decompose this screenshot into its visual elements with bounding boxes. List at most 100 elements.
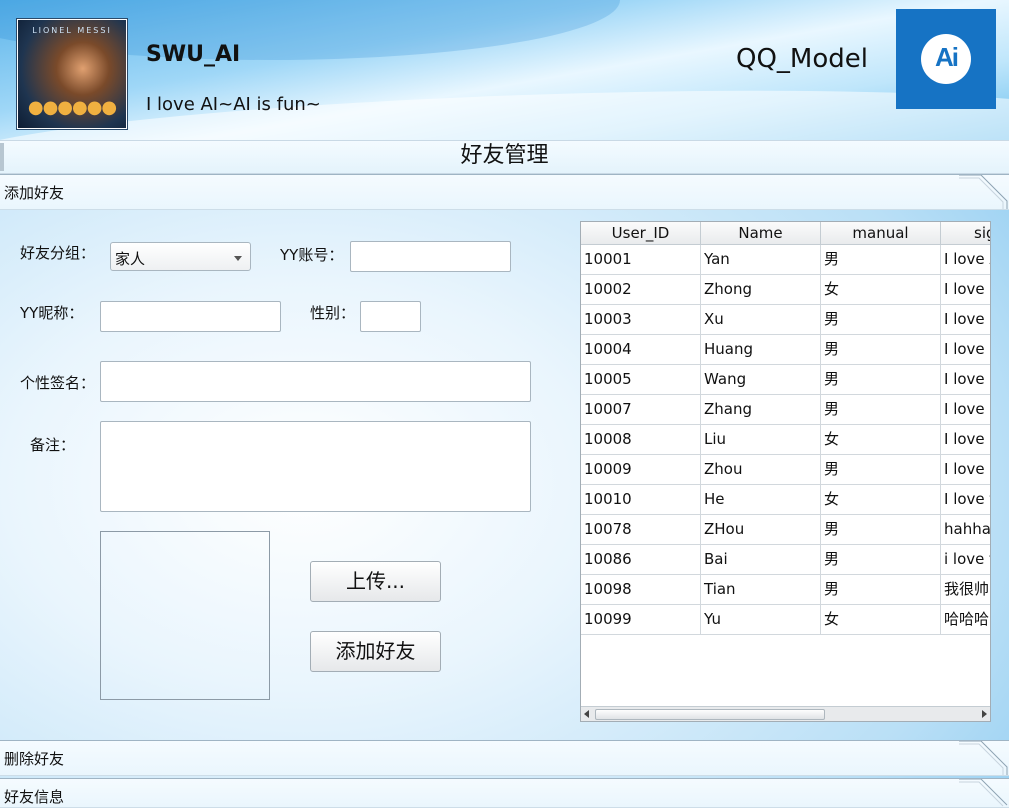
table-cell[interactable]: I love ... bbox=[941, 305, 990, 335]
table-cell[interactable]: Xu bbox=[701, 305, 821, 335]
table-row[interactable]: 10009Zhou男I love cooking bbox=[581, 455, 990, 485]
column-header[interactable]: User_ID bbox=[581, 222, 701, 245]
table-row[interactable]: 10004Huang男I love music bbox=[581, 335, 990, 365]
note-textarea[interactable] bbox=[100, 421, 531, 512]
gender-input[interactable] bbox=[360, 301, 421, 332]
photo-preview bbox=[100, 531, 270, 700]
add-friend-button[interactable]: 添加好友 bbox=[310, 631, 441, 672]
table-cell[interactable]: 男 bbox=[821, 305, 941, 335]
table-cell[interactable]: 男 bbox=[821, 395, 941, 425]
user-motto: I love AI~AI is fun~ bbox=[146, 94, 321, 115]
table-row[interactable]: 10003Xu男I love ... bbox=[581, 305, 990, 335]
table-cell[interactable]: 我很帅 bbox=[941, 575, 990, 605]
table-cell[interactable]: 男 bbox=[821, 455, 941, 485]
table-cell[interactable]: I love eating bbox=[941, 395, 990, 425]
table-cell[interactable]: Bai bbox=[701, 545, 821, 575]
table-cell[interactable]: I love python bbox=[941, 365, 990, 395]
table-cell[interactable]: Zhang bbox=[701, 395, 821, 425]
section-friend-info[interactable]: 好友信息 bbox=[0, 778, 1009, 808]
table-row[interactable]: 10078 ZHou 男 hahha bbox=[581, 515, 990, 545]
signature-label: 个性签名： bbox=[20, 374, 96, 392]
profile-header: LIONEL MESSI ●●●●●● SWU_AI I love AI~AI … bbox=[0, 0, 1009, 140]
section-add-friend[interactable]: 添加好友 bbox=[0, 174, 1009, 210]
table-row[interactable]: 10098 Tian 男我很帅 bbox=[581, 575, 990, 605]
horizontal-scrollbar[interactable] bbox=[581, 706, 990, 721]
table-cell[interactable]: 10001 bbox=[581, 245, 701, 275]
table-row[interactable]: 10001Yan男I love AI bbox=[581, 245, 990, 275]
avatar[interactable]: LIONEL MESSI ●●●●●● bbox=[17, 19, 127, 129]
table-row[interactable]: 10007Zhang男I love eating bbox=[581, 395, 990, 425]
account-input[interactable] bbox=[350, 241, 511, 272]
nickname-input[interactable] bbox=[100, 301, 281, 332]
table-cell[interactable]: 10007 bbox=[581, 395, 701, 425]
section-delete-friend-label: 删除好友 bbox=[4, 750, 65, 768]
table-cell[interactable]: Tian bbox=[701, 575, 821, 605]
table-cell[interactable]: 10010 bbox=[581, 485, 701, 515]
table-row[interactable]: 10010He女I love football bbox=[581, 485, 990, 515]
table-cell[interactable]: I love football bbox=[941, 485, 990, 515]
table-cell[interactable]: Yu bbox=[701, 605, 821, 635]
table-cell[interactable]: I love music bbox=[941, 335, 990, 365]
table-cell[interactable]: 10003 bbox=[581, 305, 701, 335]
table-cell[interactable]: 10078 bbox=[581, 515, 701, 545]
table-cell[interactable]: ZHou bbox=[701, 515, 821, 545]
table-cell[interactable]: I love reading bbox=[941, 275, 990, 305]
table-row[interactable]: 10008Liu女I love coding bbox=[581, 425, 990, 455]
section-delete-friend[interactable]: 删除好友 bbox=[0, 740, 1009, 776]
table-cell[interactable]: 10005 bbox=[581, 365, 701, 395]
username: SWU_AI bbox=[146, 42, 241, 67]
group-select-value: 家人 bbox=[115, 250, 146, 268]
table-cell[interactable]: i love fun bbox=[941, 545, 990, 575]
table-cell[interactable]: 10009 bbox=[581, 455, 701, 485]
account-label: YY账号： bbox=[280, 246, 344, 264]
table-cell[interactable]: 女 bbox=[821, 605, 941, 635]
table-cell[interactable]: 10002 bbox=[581, 275, 701, 305]
table-cell[interactable]: 10008 bbox=[581, 425, 701, 455]
table-cell[interactable]: 男 bbox=[821, 575, 941, 605]
table-cell[interactable]: Zhou bbox=[701, 455, 821, 485]
scroll-right-icon[interactable] bbox=[982, 710, 987, 718]
tab-corner-icon bbox=[959, 779, 1008, 807]
table-cell[interactable]: 女 bbox=[821, 275, 941, 305]
table-cell[interactable]: Yan bbox=[701, 245, 821, 275]
table-cell[interactable]: 男 bbox=[821, 545, 941, 575]
table-cell[interactable]: I love AI bbox=[941, 245, 990, 275]
table-cell[interactable]: 10004 bbox=[581, 335, 701, 365]
table-cell[interactable]: 哈哈哈 bbox=[941, 605, 990, 635]
table-row[interactable]: 10086Bai男i love fun bbox=[581, 545, 990, 575]
table-cell[interactable]: hahha bbox=[941, 515, 990, 545]
table-cell[interactable]: 10086 bbox=[581, 545, 701, 575]
table-cell[interactable]: 男 bbox=[821, 245, 941, 275]
trophy-icon: ●●●●●● bbox=[27, 97, 117, 118]
app-model-name: QQ_Model bbox=[736, 44, 868, 74]
upload-button[interactable]: 上传... bbox=[310, 561, 441, 602]
scroll-left-icon[interactable] bbox=[584, 710, 589, 718]
table-cell[interactable]: Liu bbox=[701, 425, 821, 455]
table-row[interactable]: 10099 Yu 女哈哈哈 bbox=[581, 605, 990, 635]
column-header[interactable]: signature bbox=[941, 222, 990, 245]
page-title: 好友管理 bbox=[460, 143, 549, 168]
table-cell[interactable]: 10099 bbox=[581, 605, 701, 635]
table-cell[interactable]: 男 bbox=[821, 335, 941, 365]
table-cell[interactable]: I love cooking bbox=[941, 455, 990, 485]
table-cell[interactable]: Wang bbox=[701, 365, 821, 395]
group-select[interactable]: 家人 bbox=[110, 242, 251, 271]
column-header[interactable]: Name bbox=[701, 222, 821, 245]
table-cell[interactable]: 10098 bbox=[581, 575, 701, 605]
table-cell[interactable]: Huang bbox=[701, 335, 821, 365]
friends-table[interactable]: User_ID Name manual signature 10001Yan男I… bbox=[580, 221, 991, 722]
table-cell[interactable]: Zhong bbox=[701, 275, 821, 305]
table-cell[interactable]: 男 bbox=[821, 365, 941, 395]
group-label: 好友分组： bbox=[20, 244, 96, 262]
table-row[interactable]: 10002Zhong女I love reading bbox=[581, 275, 990, 305]
scrollbar-thumb[interactable] bbox=[595, 709, 825, 720]
table-cell[interactable]: I love coding bbox=[941, 425, 990, 455]
table-cell[interactable]: He bbox=[701, 485, 821, 515]
section-add-friend-label: 添加好友 bbox=[4, 184, 65, 202]
table-cell[interactable]: 男 bbox=[821, 515, 941, 545]
column-header[interactable]: manual bbox=[821, 222, 941, 245]
table-row[interactable]: 10005Wang男I love python bbox=[581, 365, 990, 395]
table-cell[interactable]: 女 bbox=[821, 425, 941, 455]
signature-input[interactable] bbox=[100, 361, 531, 402]
table-cell[interactable]: 女 bbox=[821, 485, 941, 515]
